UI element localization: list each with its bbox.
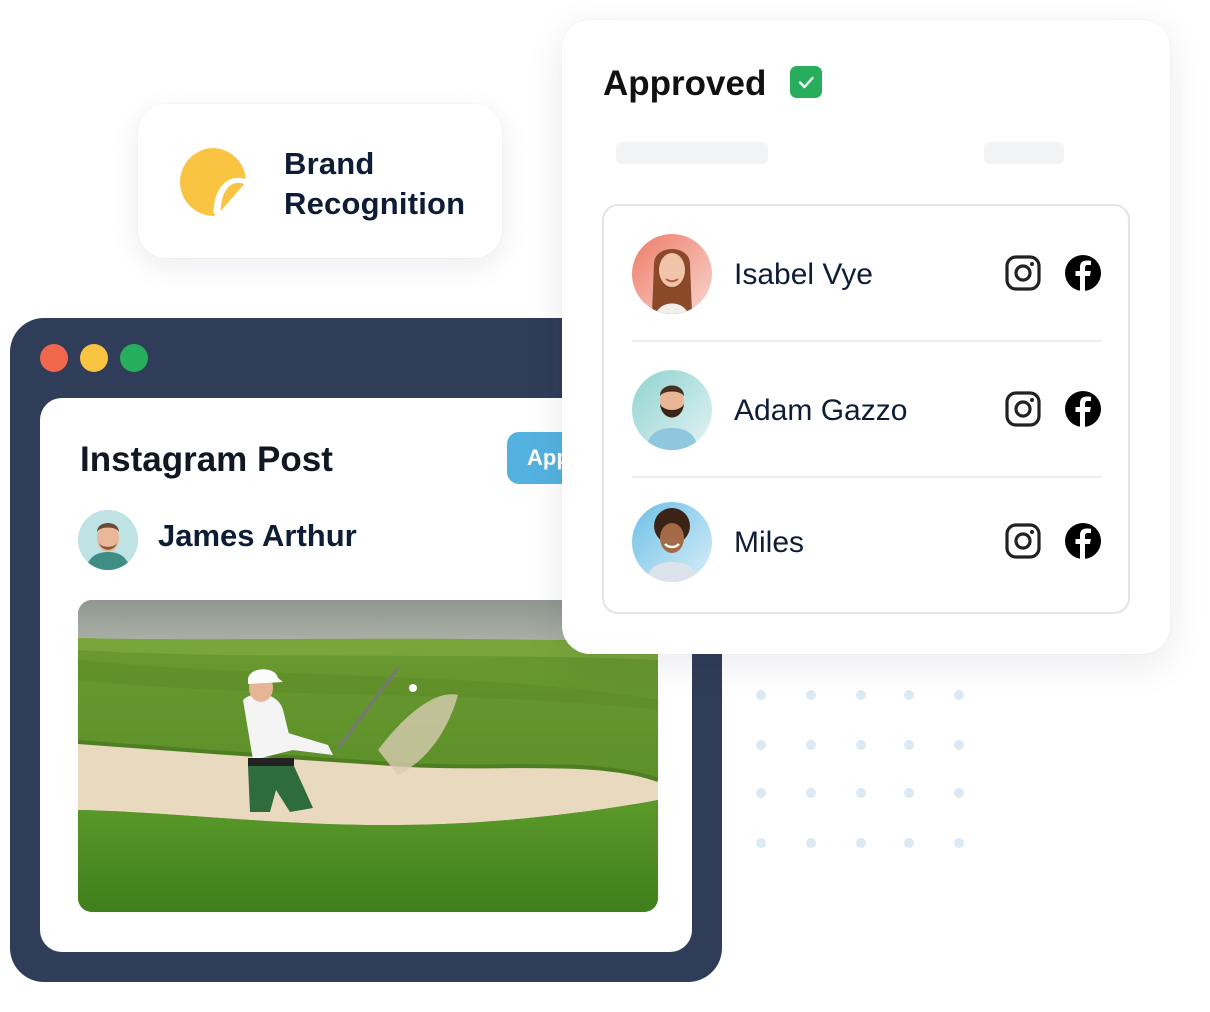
grid-dot [904,838,914,848]
approved-title: Approved [603,64,767,103]
avatar-miles-icon [632,502,712,582]
avatar [78,510,138,570]
instagram-icon[interactable] [1004,522,1042,560]
approved-people-list: Isabel Vye Adam Gazzo Miles [602,204,1130,614]
avatar [632,234,712,314]
grid-dot [806,838,816,848]
grid-dot [806,690,816,700]
list-item[interactable]: Miles [632,502,1102,582]
grid-dot [806,788,816,798]
post-title: Instagram Post [80,440,333,479]
window-close-button[interactable] [40,344,68,372]
decorative-dot-grid [756,690,976,850]
grid-dot [806,740,816,750]
grid-dot [954,788,964,798]
instagram-icon[interactable] [1004,390,1042,428]
facebook-icon[interactable] [1064,390,1102,428]
grid-dot [856,788,866,798]
person-name: Adam Gazzo [734,394,908,427]
avatar [632,370,712,450]
grid-dot [904,690,914,700]
avatar-adam-gazzo-icon [632,370,712,450]
grid-dot [954,740,964,750]
list-item[interactable]: Adam Gazzo [632,370,1102,450]
row-divider [632,340,1102,342]
check-icon [790,66,822,98]
instagram-icon[interactable] [1004,254,1042,292]
person-name: Miles [734,526,805,559]
avatar [632,502,712,582]
grid-dot [856,690,866,700]
grid-dot [954,838,964,848]
brand-recognition-label: Brand Recognition [284,146,466,221]
placeholder-bar [616,142,768,164]
facebook-icon[interactable] [1064,254,1102,292]
grid-dot [756,788,766,798]
grid-dot [904,740,914,750]
brand-recognition-card: Brand Recognition [138,104,502,258]
window-minimize-button[interactable] [80,344,108,372]
avatar-isabel-vye-icon [632,234,712,314]
list-item[interactable]: Isabel Vye [632,234,1102,314]
row-divider [632,476,1102,478]
facebook-icon[interactable] [1064,522,1102,560]
grid-dot [856,838,866,848]
grid-dot [756,690,766,700]
placeholder-bar [984,142,1064,164]
grid-dot [756,838,766,848]
person-name: Isabel Vye [734,258,873,291]
window-maximize-button[interactable] [120,344,148,372]
grid-dot [954,690,964,700]
approved-panel: Approved Isabel Vye Adam Gazzo Miles [562,20,1170,654]
author-name: James Arthur [158,518,357,553]
avatar-james-arthur-icon [78,510,138,570]
sticker-icon [180,148,247,216]
grid-dot [904,788,914,798]
grid-dot [856,740,866,750]
grid-dot [756,740,766,750]
